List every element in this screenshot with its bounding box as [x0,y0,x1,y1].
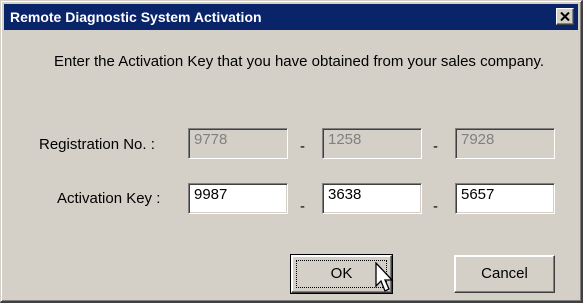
window-title: Remote Diagnostic System Activation [10,9,262,25]
cancel-button-label: Cancel [481,265,528,282]
close-icon [560,12,570,21]
registration-label: Registration No. : [39,136,155,153]
activation-dialog: Remote Diagnostic System Activation Ente… [0,0,583,303]
registration-field-3: 7928 [455,128,555,159]
registration-field-1: 9778 [188,128,288,159]
activation-key-label: Activation Key : [57,190,161,207]
registration-field-2: 1258 [322,128,422,159]
title-bar[interactable]: Remote Diagnostic System Activation [4,4,578,30]
instructions-text: Enter the Activation Key that you have o… [54,53,544,70]
activation-key-field-1[interactable]: 9987 [188,183,288,214]
cancel-button[interactable]: Cancel [454,255,555,293]
activation-key-field-3[interactable]: 5657 [455,183,555,214]
mouse-pointer-icon [375,262,394,292]
activation-key-field-2[interactable]: 3638 [322,183,422,214]
close-button[interactable] [556,8,574,25]
activation-separator-2: - [433,198,438,215]
registration-separator-1: - [300,138,305,155]
activation-separator-1: - [300,198,305,215]
registration-separator-2: - [433,138,438,155]
